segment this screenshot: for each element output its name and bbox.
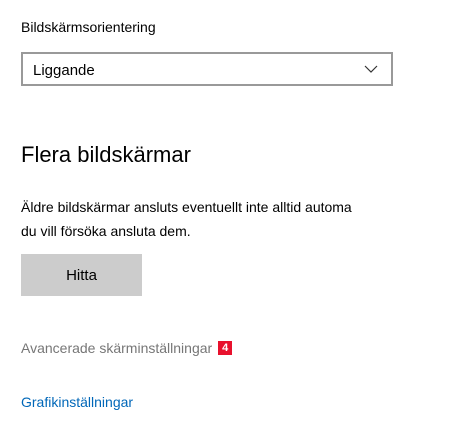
orientation-dropdown[interactable]: Liggande (21, 52, 393, 86)
description-line-2: du vill försöka ansluta dem. (21, 223, 191, 239)
multiple-displays-heading: Flera bildskärmar (21, 142, 191, 167)
multiple-displays-description: Äldre bildskärmar ansluts eventuellt int… (21, 195, 459, 243)
orientation-selected-value: Liggande (33, 62, 95, 79)
detect-button[interactable]: Hitta (21, 254, 142, 296)
graphics-settings-link[interactable]: Grafikinställningar (21, 394, 133, 410)
chevron-down-icon (364, 65, 378, 73)
advanced-display-settings-row: Avancerade skärminställningar 4 (21, 340, 233, 356)
advanced-display-settings-link[interactable]: Avancerade skärminställningar (21, 340, 212, 356)
orientation-label: Bildskärmsorientering (21, 19, 156, 35)
description-line-1: Äldre bildskärmar ansluts eventuellt int… (21, 199, 352, 215)
display-settings-panel: Bildskärmsorientering Liggande Flera bil… (0, 0, 459, 429)
annotation-badge: 4 (218, 341, 233, 355)
